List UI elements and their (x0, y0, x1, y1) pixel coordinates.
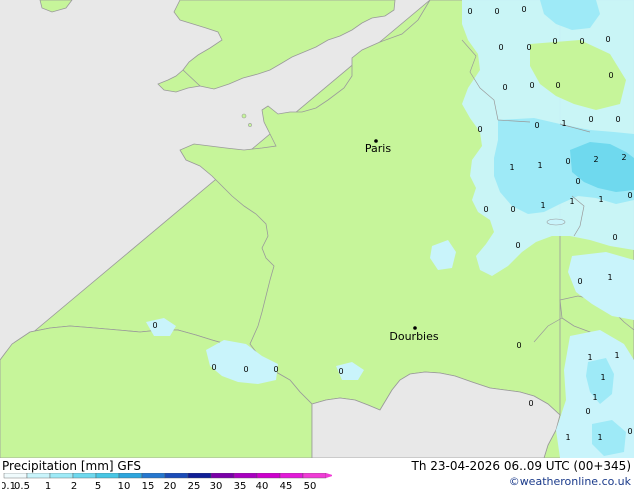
precip-value: 0 (515, 241, 520, 250)
precip-value: 0 (526, 43, 531, 52)
precip-value: 1 (509, 163, 514, 172)
legend-swatch (3, 473, 28, 479)
legend-tick-label: 35 (234, 481, 247, 490)
legend-tick-label: 5 (95, 481, 101, 490)
credit-link[interactable]: ©weatheronline.co.uk (509, 475, 631, 488)
forecast-datetime: Th 23-04-2026 06..09 UTC (00+345) (411, 459, 631, 473)
precip-value: 0 (529, 81, 534, 90)
model-name: GFS (117, 459, 141, 473)
legend-tick-label: 1 (45, 481, 51, 490)
legend-tick-label: 50 (304, 481, 317, 490)
precip-value: 1 (537, 161, 542, 170)
legend-swatch (118, 473, 143, 479)
precip-color-legend: 0.10.5 1 2 5 10 15 20 25 30 35 40 45 50 (2, 473, 332, 490)
legend-swatch (49, 473, 74, 479)
precip-value: 0 (552, 37, 557, 46)
precip-value: 0 (555, 81, 560, 90)
precip-value: 1 (614, 351, 619, 360)
precip-value: 0 (612, 233, 617, 242)
legend-arrow (326, 473, 332, 478)
city-paris: Paris (365, 139, 391, 155)
precip-value: 0 (577, 277, 582, 286)
precip-value: 0 (338, 367, 343, 376)
precip-value: 1 (597, 433, 602, 442)
legend-swatch (164, 473, 189, 479)
city-label: Paris (365, 142, 391, 155)
precip-value: 0 (521, 5, 526, 14)
precip-value: 0 (502, 83, 507, 92)
legend-tick-label: 30 (210, 481, 223, 490)
precip-value: 0 (152, 321, 157, 330)
legend-ticks: 0.10.5 1 2 5 10 15 20 25 30 35 40 45 50 (2, 481, 316, 490)
precip-value: 0 (588, 115, 593, 124)
precip-value: 0 (273, 365, 278, 374)
precip-value: 0 (477, 125, 482, 134)
channel-island (248, 123, 252, 127)
precip-value: 1 (592, 393, 597, 402)
precip-value: 0 (627, 191, 632, 200)
channel-island (241, 113, 247, 119)
legend-tick-label: 15 (142, 481, 155, 490)
precip-value: 1 (587, 353, 592, 362)
precip-value: 1 (600, 373, 605, 382)
precip-value: 0 (528, 399, 533, 408)
precip-title: Precipitation [mm] (2, 459, 114, 473)
precip-value: 0 (534, 121, 539, 130)
precip-value: 0 (510, 205, 515, 214)
legend-swatch (233, 473, 258, 479)
legend-swatch (95, 473, 120, 479)
precip-value: 1 (598, 195, 603, 204)
precip-value: 0 (565, 157, 570, 166)
precip-value: 0 (211, 363, 216, 372)
legend-tick-label: 2 (71, 481, 77, 490)
precip-value: 0 (605, 35, 610, 44)
legend-tick-label: 45 (280, 481, 293, 490)
legend-swatch (210, 473, 235, 479)
legend-swatch (72, 473, 97, 479)
city-label: Dourbies (389, 330, 439, 343)
legend-tick-label: 25 (188, 481, 201, 490)
precip-value: 0 (608, 71, 613, 80)
weather-map-page: Paris Dourbies 0 0 0 0 0 0 0 0 0 0 0 0 0… (0, 0, 634, 490)
precip-title-row: Precipitation [mm] GFS (2, 459, 141, 473)
legend-tick-label: 40 (256, 481, 269, 490)
precip-value: 1 (569, 197, 574, 206)
legend-swatches (3, 473, 332, 479)
legend-swatch (256, 473, 281, 479)
legend-swatch (187, 473, 212, 479)
precip-value: 1 (565, 433, 570, 442)
precip-value: 1 (561, 119, 566, 128)
precip-value: 0 (579, 37, 584, 46)
precip-value: 2 (593, 155, 598, 164)
lake-geneva (546, 218, 566, 226)
precip-value: 1 (607, 273, 612, 282)
precip-value: 0 (494, 7, 499, 16)
legend-tick-label: 0.5 (14, 481, 30, 490)
legend-swatch (302, 473, 327, 479)
legend-swatch (26, 473, 51, 479)
legend-swatch (279, 473, 304, 479)
precip-value: 0 (575, 177, 580, 186)
precip-value: 0 (243, 365, 248, 374)
legend-tick-label: 20 (164, 481, 177, 490)
precip-value: 0 (615, 115, 620, 124)
precip-value: 0 (483, 205, 488, 214)
precip-value: 0 (585, 407, 590, 416)
precipitation-map: Paris Dourbies 0 0 0 0 0 0 0 0 0 0 0 0 0… (0, 0, 634, 458)
legend-swatch (141, 473, 166, 479)
legend-tick-label: 10 (118, 481, 131, 490)
precip-value: 1 (540, 201, 545, 210)
precip-value: 0 (498, 43, 503, 52)
precip-value: 2 (621, 153, 626, 162)
precip-value: 0 (516, 341, 521, 350)
precip-value: 0 (467, 7, 472, 16)
precip-value: 0 (627, 427, 632, 436)
